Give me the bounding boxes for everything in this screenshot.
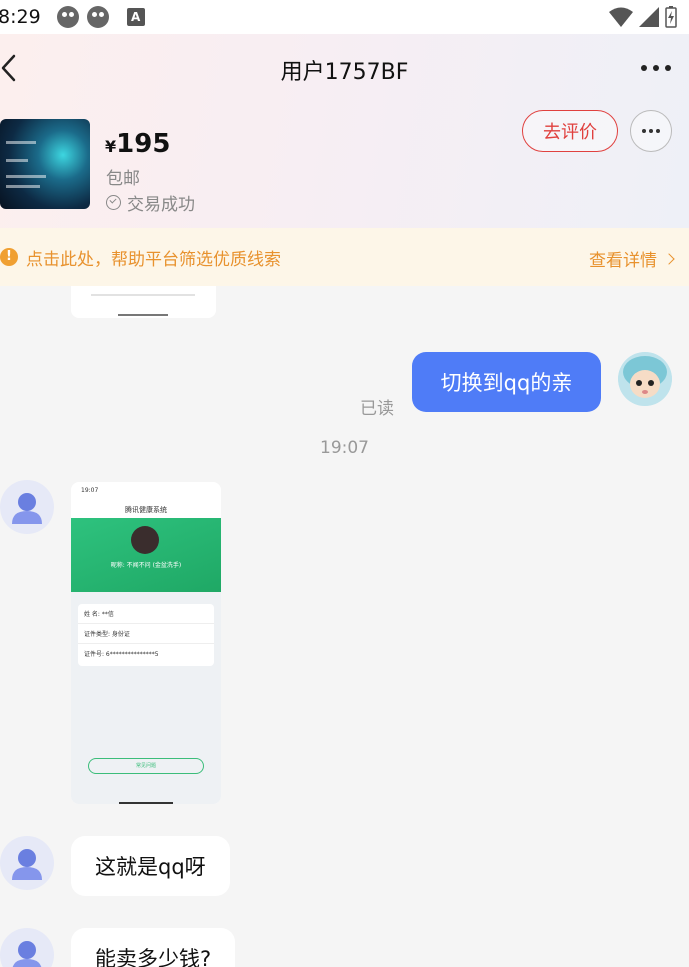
contact-avatar[interactable] xyxy=(0,836,54,890)
screenshot-home-indicator xyxy=(119,802,173,804)
page-title: 用户1757BF xyxy=(280,60,409,85)
wifi-icon xyxy=(609,7,633,27)
screenshot-name-line: 昵称: 不闻不问 (金盆洗手) xyxy=(110,562,182,569)
image-message[interactable]: 19:07 腾讯健康系统 昵称: 不闻不问 (金盆洗手) 姓 名: **信 证件… xyxy=(71,482,221,804)
previous-image-message[interactable] xyxy=(71,286,216,318)
product-more-icon[interactable] xyxy=(630,110,672,152)
warning-icon: ! xyxy=(0,248,18,266)
tip-text: 点击此处，帮助平台筛选优质线索 xyxy=(26,249,281,270)
screenshot-faq-button: 常见问题 xyxy=(88,758,204,774)
default-user-icon xyxy=(12,849,42,880)
signal-icon xyxy=(639,7,659,27)
nav-bar: 用户1757BF xyxy=(0,34,689,104)
currency-symbol: ¥ xyxy=(105,137,117,156)
deal-status-label: 交易成功 xyxy=(127,195,195,215)
shipping-label: 包邮 xyxy=(106,169,140,189)
notification-icons: A xyxy=(56,6,145,28)
view-details-link[interactable]: 查看详情 xyxy=(589,246,675,271)
received-message-bubble[interactable]: 这就是qq呀 xyxy=(71,836,230,896)
status-bar: 8:29 A xyxy=(0,0,689,34)
screenshot-row: 证件号: 6***************5 xyxy=(84,651,159,658)
check-circle-icon xyxy=(106,195,121,210)
read-status: 已读 xyxy=(360,399,394,419)
cartoon-avatar-icon xyxy=(618,352,672,406)
price-value: 195 xyxy=(116,129,171,159)
status-right xyxy=(609,6,677,28)
product-price: ¥195 xyxy=(105,129,170,159)
contact-avatar[interactable] xyxy=(0,480,54,534)
battery-icon xyxy=(665,6,677,28)
deal-status: 交易成功 xyxy=(106,190,195,215)
screenshot-profile-banner: 昵称: 不闻不问 (金盆洗手) xyxy=(71,518,221,592)
contact-avatar[interactable] xyxy=(0,928,54,967)
app-notification-icon xyxy=(56,6,79,28)
status-time: 8:29 xyxy=(0,6,41,28)
screenshot-status-time: 19:07 xyxy=(81,487,99,494)
my-avatar[interactable] xyxy=(618,352,672,406)
default-user-icon xyxy=(12,493,42,524)
default-user-icon xyxy=(12,941,42,967)
screenshot-row: 姓 名: **信 xyxy=(78,604,214,624)
view-details-label: 查看详情 xyxy=(589,251,657,271)
screenshot-avatar xyxy=(131,526,159,554)
sent-message-bubble[interactable]: 切换到qq的亲 xyxy=(412,352,601,412)
app-notification-icon xyxy=(86,6,109,28)
received-message-bubble[interactable]: 能卖多少钱? xyxy=(71,928,236,967)
more-options-icon[interactable] xyxy=(641,60,671,76)
screenshot-title: 腾讯健康系统 xyxy=(125,506,167,514)
review-button[interactable]: 去评价 xyxy=(522,110,618,152)
product-thumbnail[interactable] xyxy=(0,119,90,209)
screenshot-info-form: 姓 名: **信 证件类型: 身份证 证件号: 6***************… xyxy=(78,604,214,666)
tip-banner[interactable]: ! 点击此处，帮助平台筛选优质线索 查看详情 xyxy=(0,228,689,286)
font-app-icon: A xyxy=(126,8,145,26)
screenshot-row: 证件类型: 身份证 xyxy=(78,624,214,644)
message-timestamp: 19:07 xyxy=(320,438,369,458)
chevron-right-icon xyxy=(663,252,675,265)
